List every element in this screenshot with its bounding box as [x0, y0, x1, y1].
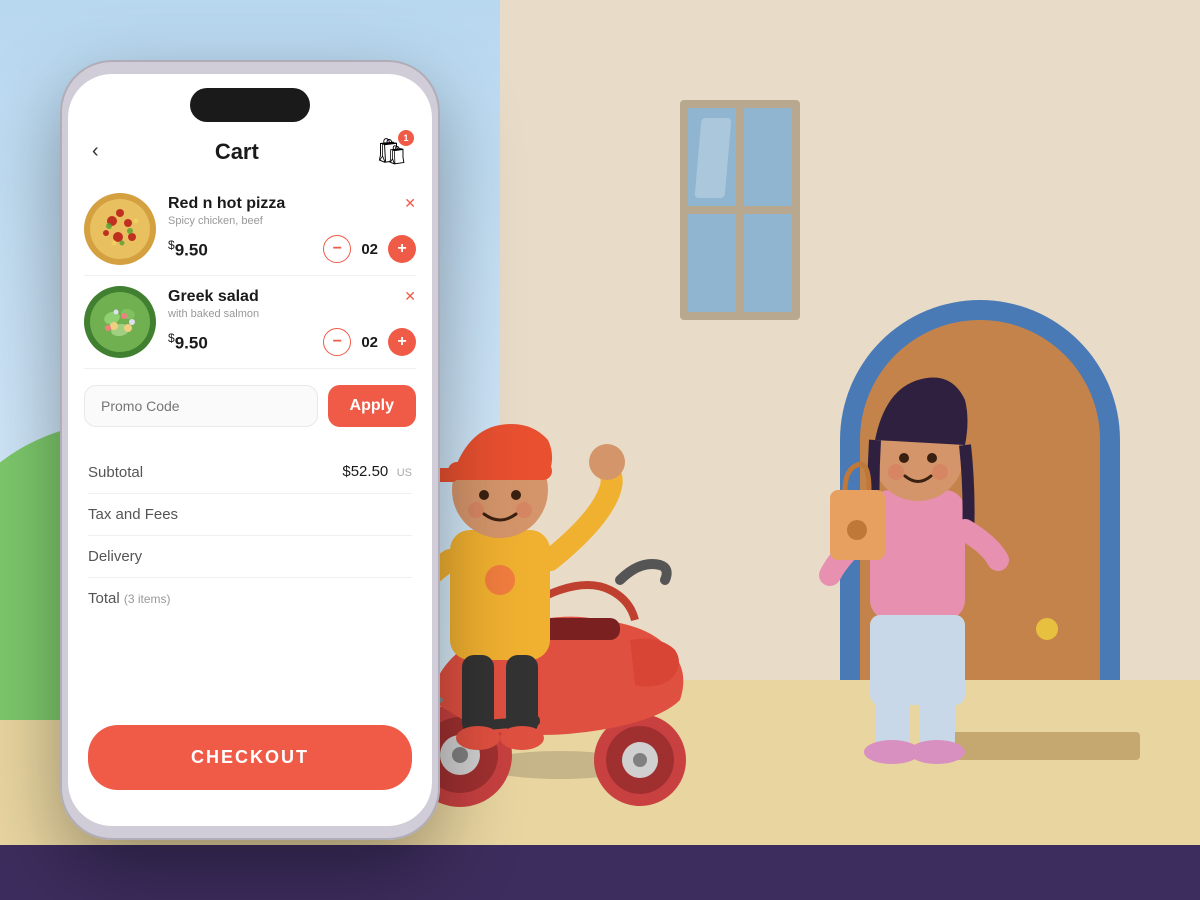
checkout-button[interactable]: CHECKOUT [88, 725, 412, 790]
qty-plus-pizza[interactable]: + [388, 235, 416, 263]
door-container [840, 300, 1120, 760]
back-button[interactable]: ‹ [92, 140, 99, 163]
door-mat [940, 732, 1140, 760]
subtotal-row: Subtotal $52.50 US [88, 451, 412, 494]
price-symbol: $ [168, 238, 175, 252]
dynamic-island [190, 88, 310, 122]
delivery-row: Delivery [88, 536, 412, 578]
item-price-pizza: $9.50 [168, 238, 208, 261]
cart-title: Cart [215, 139, 259, 165]
promo-section: Apply [68, 369, 432, 443]
price-symbol: $ [168, 331, 175, 345]
cart-item: Red n hot pizza ✕ Spicy chicken, beef $9… [84, 183, 416, 276]
apply-button[interactable]: Apply [328, 385, 416, 427]
promo-code-input[interactable] [84, 385, 318, 427]
bottom-bar [0, 845, 1200, 900]
summary-section: Subtotal $52.50 US Tax and Fees Delivery [68, 443, 432, 627]
window-glare [695, 118, 732, 198]
qty-control-salad: − 02 + [323, 328, 416, 356]
remove-salad-button[interactable]: ✕ [404, 288, 416, 305]
qty-minus-salad[interactable]: − [323, 328, 351, 356]
item-name-pizza: Red n hot pizza [168, 195, 285, 213]
item-details-pizza: Red n hot pizza ✕ Spicy chicken, beef $9… [168, 195, 416, 263]
cart-items-list: Red n hot pizza ✕ Spicy chicken, beef $9… [68, 183, 432, 369]
window-divider-v [736, 108, 744, 312]
subtotal-label: Subtotal [88, 464, 143, 481]
qty-value-salad: 02 [361, 334, 378, 351]
tax-row: Tax and Fees [88, 494, 412, 536]
item-desc-pizza: Spicy chicken, beef [168, 215, 416, 227]
phone-mockup: ‹ Cart 🛍 1 [60, 60, 440, 840]
qty-minus-pizza[interactable]: − [323, 235, 351, 263]
qty-control-pizza: − 02 + [323, 235, 416, 263]
qty-value-pizza: 02 [361, 241, 378, 258]
remove-pizza-button[interactable]: ✕ [404, 195, 416, 212]
window [680, 100, 800, 320]
delivery-label: Delivery [88, 548, 142, 565]
door-knob [1036, 618, 1058, 640]
item-details-salad: Greek salad ✕ with baked salmon $9.50 − … [168, 288, 416, 356]
phone-screen: ‹ Cart 🛍 1 [68, 74, 432, 826]
cart-item: Greek salad ✕ with baked salmon $9.50 − … [84, 276, 416, 369]
cart-badge: 1 [398, 130, 414, 146]
tax-label: Tax and Fees [88, 506, 178, 523]
qty-plus-salad[interactable]: + [388, 328, 416, 356]
subtotal-value: $52.50 US [342, 463, 412, 481]
item-image-salad [84, 286, 156, 358]
door-frame [860, 320, 1100, 680]
item-name-salad: Greek salad [168, 288, 259, 306]
item-price-salad: $9.50 [168, 331, 208, 354]
item-image-pizza [84, 193, 156, 265]
total-row: Total (3 items) [88, 578, 412, 619]
cart-icon-wrapper[interactable]: 🛍 1 [375, 136, 408, 167]
checkout-section: CHECKOUT [88, 725, 412, 790]
item-desc-salad: with baked salmon [168, 308, 416, 320]
total-label: Total (3 items) [88, 590, 171, 607]
